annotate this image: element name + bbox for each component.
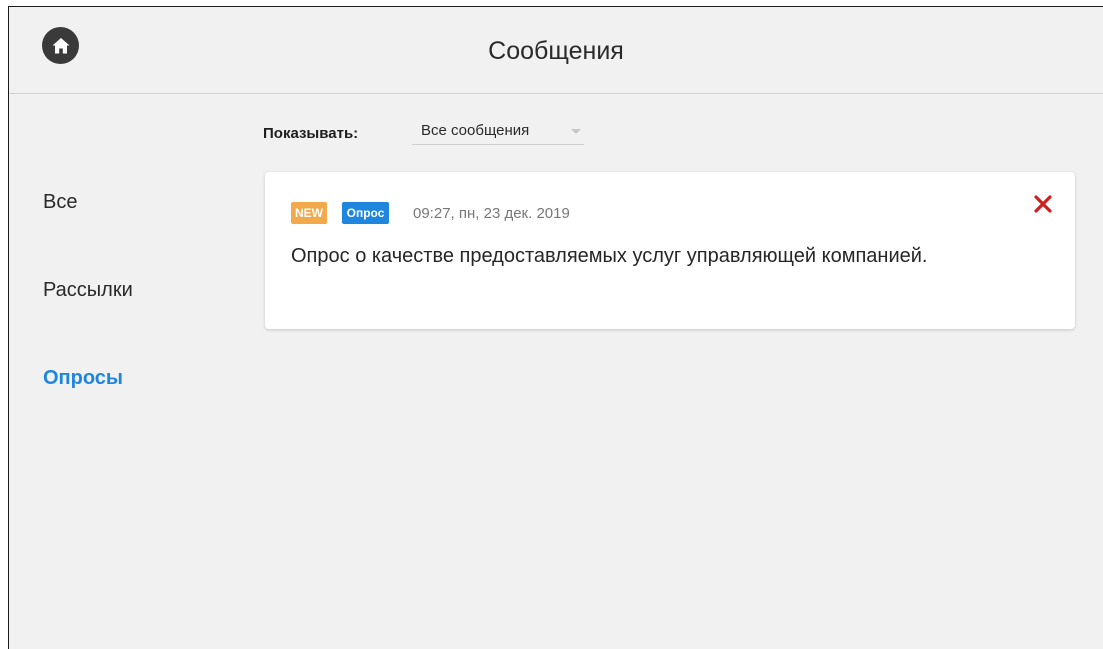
sidebar-item-polls[interactable]: Опросы [43, 367, 123, 390]
page-title: Сообщения [488, 37, 624, 65]
close-icon [1034, 195, 1052, 213]
new-badge: NEW [291, 202, 327, 224]
message-timestamp: 09:27, пн, 23 дек. 2019 [413, 205, 570, 222]
type-badge: Опрос [342, 202, 389, 224]
delete-button[interactable] [1032, 193, 1054, 215]
message-text: Опрос о качестве предоставляемых услуг у… [291, 245, 928, 267]
app-window: Сообщения Все Рассылки Опросы Показывать… [8, 6, 1103, 649]
filter-select-value: Все сообщения [421, 122, 530, 139]
sidebar-item-all[interactable]: Все [43, 191, 77, 214]
message-card[interactable]: NEW Опрос 09:27, пн, 23 дек. 2019 Опрос … [265, 172, 1075, 329]
filter-label: Показывать: [263, 125, 359, 142]
dropdown-caret-icon [571, 129, 581, 134]
filter-select[interactable]: Все сообщения [412, 120, 584, 145]
sidebar-item-mailings[interactable]: Рассылки [43, 279, 133, 302]
header: Сообщения [9, 7, 1103, 94]
